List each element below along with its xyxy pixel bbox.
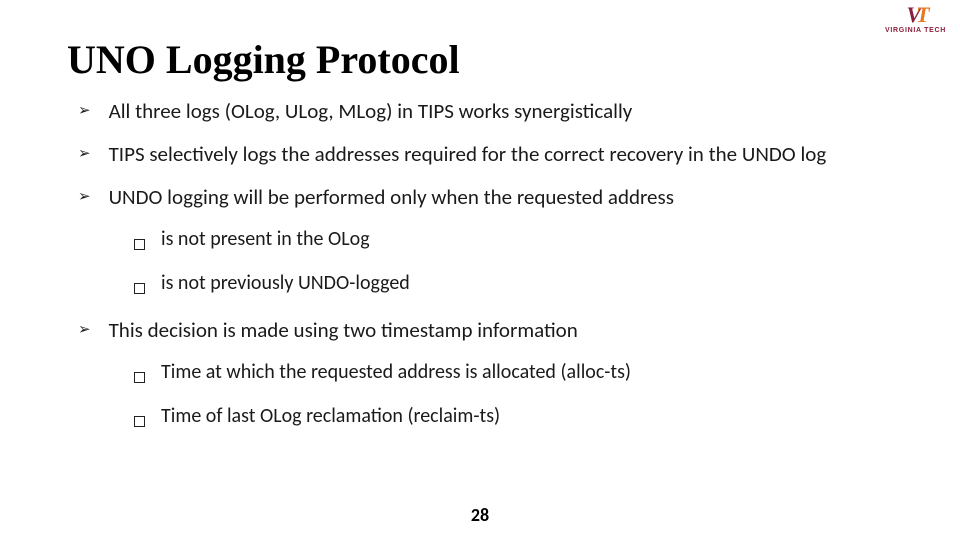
vt-logo-subtext: VIRGINIA TECH [885,27,946,34]
sub-bullet-text: is not present in the OLog [161,227,370,252]
page-number: 28 [0,504,960,526]
bullet-3-text: UNDO logging will be performed only when… [109,184,900,211]
square-bullet-icon [134,232,145,257]
square-bullet-icon [134,409,145,434]
bullet-4: ➢ This decision is made using two timest… [78,317,900,344]
bullet-4-text: This decision is made using two timestam… [109,317,900,344]
bullet-2-text: TIPS selectively logs the addresses requ… [109,141,900,168]
arrow-bullet-icon: ➢ [78,188,91,207]
page-title: UNO Logging Protocol [67,36,460,83]
sub-bullet: Time at which the requested address is a… [134,360,900,390]
bullet-3-sublist: is not present in the OLog is not previo… [78,227,900,301]
arrow-bullet-icon: ➢ [78,102,91,121]
bullet-1-text: All three logs (OLog, ULog, MLog) in TIP… [109,98,900,125]
slide: VT VIRGINIA TECH UNO Logging Protocol ➢ … [0,0,960,540]
arrow-bullet-icon: ➢ [78,145,91,164]
bullet-1: ➢ All three logs (OLog, ULog, MLog) in T… [78,98,900,125]
sub-bullet-text: Time of last OLog reclamation (reclaim-t… [161,404,500,429]
vt-logo: VT VIRGINIA TECH [885,4,946,34]
sub-bullet: is not previously UNDO-logged [134,271,900,301]
vt-logo-mark: VT [885,4,946,26]
square-bullet-icon [134,365,145,390]
bullet-3: ➢ UNDO logging will be performed only wh… [78,184,900,211]
sub-bullet: Time of last OLog reclamation (reclaim-t… [134,404,900,434]
sub-bullet-text: Time at which the requested address is a… [161,360,631,385]
bullet-2: ➢ TIPS selectively logs the addresses re… [78,141,900,168]
sub-bullet-text: is not previously UNDO-logged [161,271,410,296]
vt-logo-slash: T [916,2,927,27]
bullet-4-sublist: Time at which the requested address is a… [78,360,900,434]
sub-bullet: is not present in the OLog [134,227,900,257]
square-bullet-icon [134,276,145,301]
arrow-bullet-icon: ➢ [78,321,91,340]
content-area: ➢ All three logs (OLog, ULog, MLog) in T… [78,98,900,450]
